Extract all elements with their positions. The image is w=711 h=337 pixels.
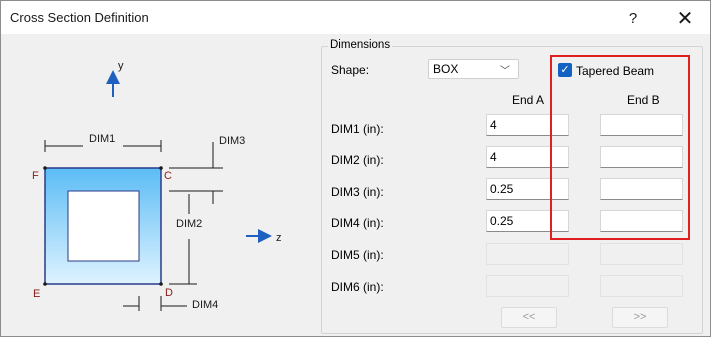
dim3-label: DIM3 [219, 135, 246, 147]
chevron-down-icon: ﹀ [500, 66, 510, 77]
end-a-header: End A [512, 93, 545, 107]
dim5-end-a-input [486, 243, 569, 265]
dim1-row-label: DIM1 (in): [331, 122, 384, 136]
dimensions-legend: Dimensions [328, 39, 393, 51]
tapered-beam-checkbox[interactable]: ✓ [558, 63, 572, 77]
dim6-row-label: DIM6 (in): [331, 280, 384, 294]
dim6-end-a-input [486, 275, 569, 297]
tapered-beam-label[interactable]: Tapered Beam [576, 64, 654, 78]
dialog-title: Cross Section Definition [10, 10, 149, 25]
dim1-end-b-input[interactable] [600, 114, 683, 136]
section-diagram: y z DIM1 DIM3 DIM2 DIM4 F C E D [1, 34, 311, 337]
dim1-end-a-input[interactable]: 4 [486, 114, 569, 136]
z-axis-label: z [276, 232, 282, 244]
dim2-label: DIM2 [176, 218, 203, 230]
corner-c-label: C [164, 170, 172, 182]
help-button[interactable]: ? [613, 4, 653, 32]
dim4-end-b-input[interactable] [600, 210, 683, 232]
corner-f-label: F [32, 170, 39, 182]
dim3-row-label: DIM3 (in): [331, 185, 384, 199]
box-section-drawing [43, 70, 272, 311]
shape-value: BOX [433, 62, 459, 76]
end-b-header: End B [627, 93, 660, 107]
dim5-row-label: DIM5 (in): [331, 248, 384, 262]
dim5-end-b-input [600, 243, 683, 265]
previous-button[interactable]: << [501, 307, 557, 328]
shape-label: Shape: [331, 63, 370, 77]
close-button[interactable]: ✕ [665, 4, 705, 32]
next-button[interactable]: >> [612, 307, 668, 328]
dim1-label: DIM1 [89, 133, 116, 145]
dim6-end-b-input [600, 275, 683, 297]
dim3-end-b-input[interactable] [600, 178, 683, 200]
dim2-row-label: DIM2 (in): [331, 153, 384, 167]
y-axis-label: y [118, 60, 124, 72]
dim3-end-a-input[interactable]: 0.25 [486, 178, 569, 200]
corner-d-label: D [165, 287, 173, 299]
shape-select[interactable]: BOX ﹀ [428, 59, 519, 79]
inner-hollow [67, 190, 140, 262]
dim2-end-b-input[interactable] [600, 146, 683, 168]
dim4-end-a-input[interactable]: 0.25 [486, 210, 569, 232]
dim4-row-label: DIM4 (in): [331, 216, 384, 230]
cross-section-dialog: Cross Section Definition ? ✕ y z DIM1 DI… [0, 0, 711, 337]
corner-e-label: E [33, 288, 41, 300]
dim4-label: DIM4 [192, 299, 219, 311]
dim2-end-a-input[interactable]: 4 [486, 146, 569, 168]
title-bar: Cross Section Definition ? ✕ [1, 1, 710, 34]
